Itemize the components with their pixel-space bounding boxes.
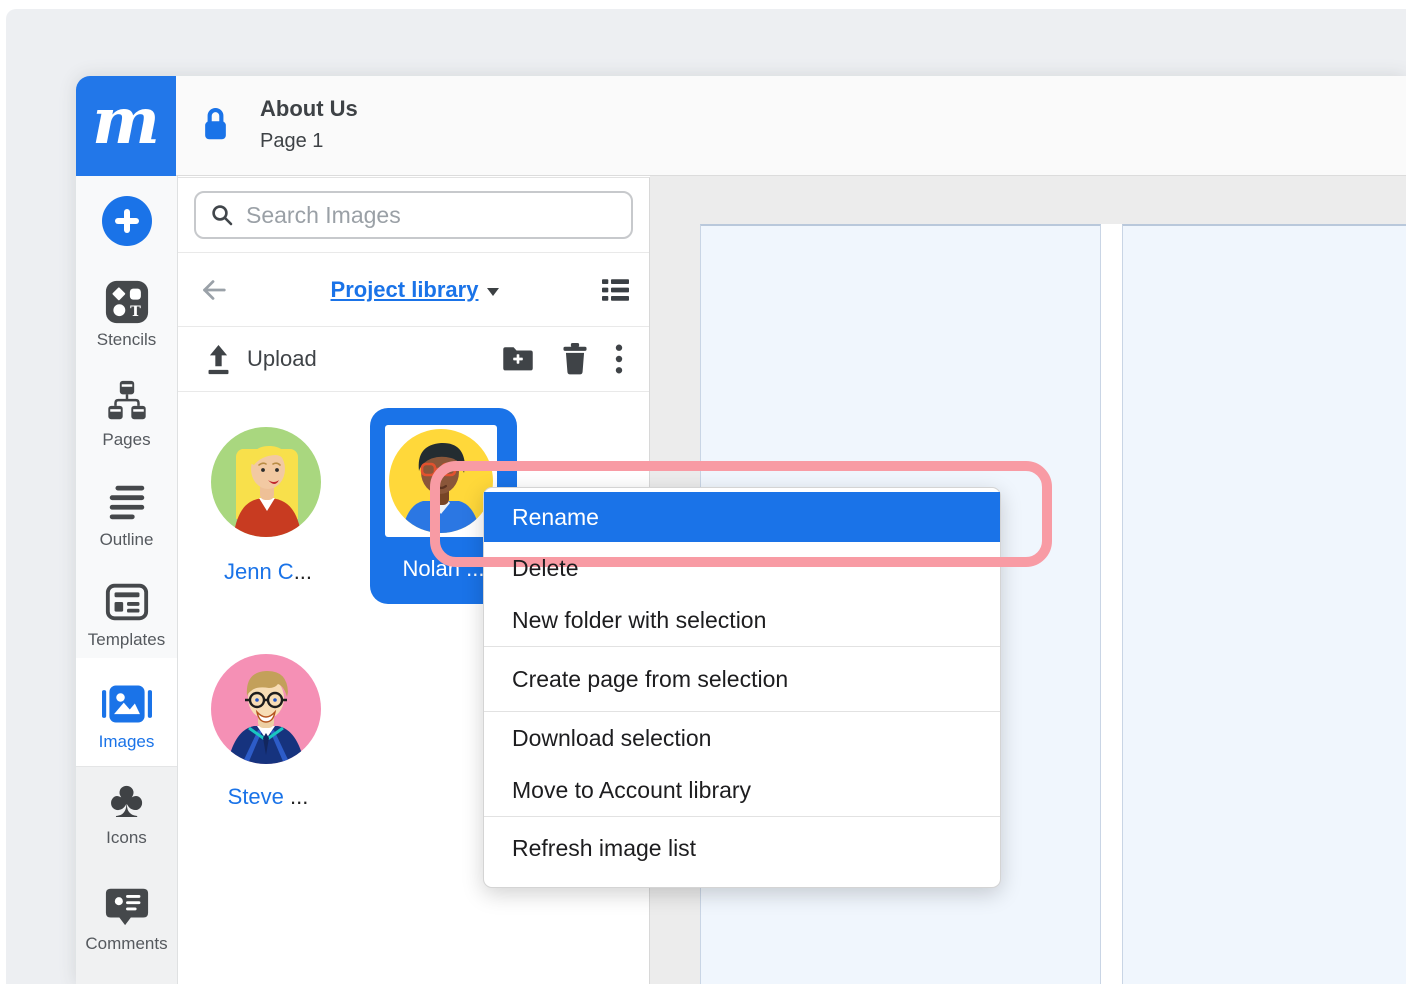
sidebar-item-outline[interactable]: Outline (76, 476, 177, 550)
lock-icon[interactable] (202, 105, 229, 143)
avatar-man-glasses-pink (211, 751, 321, 768)
delete-button[interactable] (561, 343, 589, 376)
library-title-link[interactable]: Project library (331, 277, 479, 302)
upload-icon (204, 344, 233, 375)
more-options-button[interactable] (615, 343, 623, 375)
image-label-steve[interactable]: Steve ... (208, 784, 328, 810)
svg-text:T: T (130, 304, 141, 320)
canvas-page-gap (1101, 224, 1122, 984)
sidebar-item-comments[interactable]: Comments (76, 880, 177, 954)
sidebar-item-label: Comments (76, 934, 177, 954)
outline-icon (76, 476, 177, 528)
library-selector[interactable]: Project library (228, 277, 602, 303)
club-icon: ♣ (76, 774, 177, 826)
avatar-woman-blonde (211, 524, 321, 541)
canvas-page[interactable] (1122, 224, 1406, 984)
templates-icon (76, 576, 177, 628)
page-name: Page 1 (260, 130, 323, 153)
library-nav-row: Project library (178, 252, 649, 326)
image-thumb-steve[interactable] (211, 654, 321, 764)
upload-toolbar: Upload (178, 326, 649, 392)
comments-icon (76, 880, 177, 932)
header-bar: About Us Page 1 (176, 76, 1406, 176)
search-icon (210, 203, 234, 227)
sidebar-item-icons[interactable]: ♣ Icons (76, 774, 177, 848)
list-view-icon[interactable] (602, 278, 629, 302)
trash-icon (561, 343, 589, 376)
sidebar-item-stencils[interactable]: T Stencils (76, 276, 177, 350)
sidebar-item-templates[interactable]: Templates (76, 576, 177, 650)
sidebar-item-label: Stencils (76, 330, 177, 350)
project-title: About Us (260, 96, 358, 122)
app-logo[interactable]: m (76, 76, 176, 176)
sidebar-item-label: Images (76, 732, 177, 752)
menu-item-move-to-account-library[interactable]: Move to Account library (484, 764, 1000, 816)
kebab-icon (615, 343, 623, 375)
sidebar-item-label: Outline (76, 530, 177, 550)
sidebar-item-label: Templates (76, 630, 177, 650)
menu-item-create-page[interactable]: Create page from selection (484, 647, 1000, 711)
search-row (178, 178, 649, 252)
chevron-down-icon (487, 288, 499, 296)
stencils-icon: T (76, 276, 177, 328)
images-icon (76, 678, 177, 730)
new-folder-button[interactable] (501, 345, 535, 373)
menu-item-download[interactable]: Download selection (484, 712, 1000, 764)
add-stencil-button[interactable] (102, 196, 152, 246)
menu-item-new-folder[interactable]: New folder with selection (484, 594, 1000, 646)
logo-letter: m (92, 90, 160, 154)
sidebar-item-images[interactable]: Images (76, 678, 177, 752)
sidebar-item-label: Icons (76, 828, 177, 848)
image-thumb-jenn[interactable] (211, 427, 321, 537)
search-box[interactable] (194, 191, 633, 239)
folder-plus-icon (501, 345, 535, 373)
back-arrow-icon[interactable] (198, 275, 228, 305)
sidebar-item-label: Pages (76, 430, 177, 450)
pages-icon (76, 376, 177, 428)
left-toolbar: T Stencils Pages (76, 176, 178, 984)
sidebar-item-pages[interactable]: Pages (76, 376, 177, 450)
image-label-jenn[interactable]: Jenn C... (208, 559, 328, 585)
menu-item-refresh[interactable]: Refresh image list (484, 817, 1000, 879)
search-input[interactable] (246, 202, 617, 229)
upload-button[interactable]: Upload (247, 346, 317, 372)
